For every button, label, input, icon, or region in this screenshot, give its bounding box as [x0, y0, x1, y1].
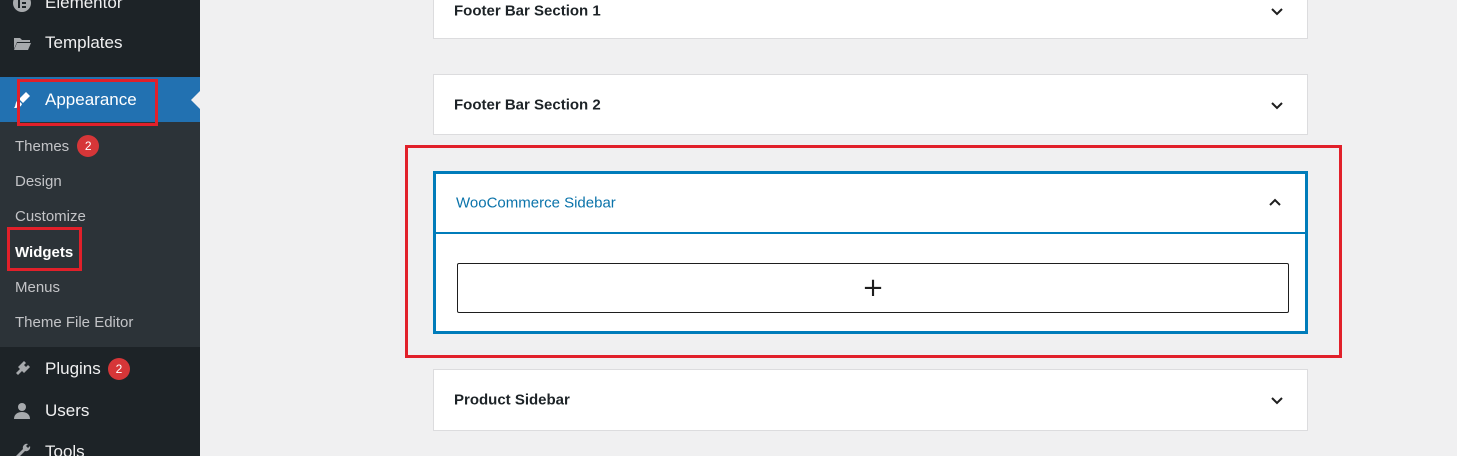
submenu-label: Theme File Editor: [15, 313, 134, 331]
submenu-label: Design: [15, 172, 62, 190]
submenu-label: Menus: [15, 278, 61, 296]
menu-item-tools[interactable]: Tools: [0, 434, 200, 456]
plus-icon: +: [862, 273, 884, 303]
menu-item-users[interactable]: Users: [0, 392, 200, 430]
submenu-item-theme-file-editor[interactable]: Theme File Editor: [15, 311, 133, 333]
update-count-badge: 2: [77, 135, 100, 157]
chevron-down-icon[interactable]: [1269, 97, 1285, 113]
submenu-item-customize[interactable]: Customize: [15, 205, 86, 227]
menu-label: Tools: [45, 442, 85, 456]
submenu-item-design[interactable]: Design: [15, 170, 62, 192]
wrench-icon: [11, 441, 33, 456]
widget-area-footer-bar-section-2[interactable]: Footer Bar Section 2: [433, 74, 1308, 135]
menu-label: Templates: [45, 33, 123, 52]
menu-item-appearance[interactable]: Appearance: [0, 77, 200, 122]
menu-label: Users: [45, 401, 90, 420]
add-block-button[interactable]: +: [457, 263, 1289, 313]
plugin-icon: [11, 358, 33, 380]
submenu-label: Customize: [15, 207, 86, 225]
menu-item-elementor[interactable]: Elementor: [0, 0, 200, 20]
widget-area-title: Footer Bar Section 1: [454, 2, 601, 20]
admin-sidebar: Elementor Templates Appearance Themes 2 …: [0, 0, 200, 456]
update-count-badge: 2: [108, 358, 130, 380]
appearance-submenu: Themes 2 Design Customize Widgets Menus …: [0, 122, 200, 347]
widget-area-title: WooCommerce Sidebar: [456, 194, 616, 212]
menu-label: Elementor: [45, 0, 123, 12]
submenu-item-menus[interactable]: Menus: [15, 276, 60, 298]
submenu-item-widgets[interactable]: Widgets: [15, 241, 73, 263]
elementor-icon: [11, 0, 33, 14]
menu-item-templates[interactable]: Templates: [0, 25, 200, 61]
folder-icon: [11, 32, 33, 54]
brush-icon: [11, 89, 33, 111]
widget-area-title: Product Sidebar: [454, 391, 570, 409]
menu-item-plugins[interactable]: Plugins 2: [0, 350, 200, 388]
widget-area-header[interactable]: WooCommerce Sidebar: [436, 174, 1305, 234]
chevron-down-icon[interactable]: [1269, 392, 1285, 408]
chevron-up-icon[interactable]: [1267, 195, 1283, 211]
widget-area-title: Footer Bar Section 2: [454, 96, 601, 113]
submenu-label: Themes: [15, 137, 70, 155]
current-menu-arrow: [191, 90, 200, 109]
menu-label: Appearance: [45, 89, 137, 109]
widget-area-woocommerce-sidebar[interactable]: WooCommerce Sidebar +: [433, 171, 1308, 334]
widget-area-product-sidebar[interactable]: Product Sidebar: [433, 369, 1308, 431]
submenu-label: Widgets: [15, 243, 74, 261]
submenu-item-themes[interactable]: Themes 2: [15, 135, 100, 157]
widget-area-footer-bar-section-1[interactable]: Footer Bar Section 1: [433, 0, 1308, 39]
menu-label: Plugins: [45, 359, 101, 378]
chevron-down-icon[interactable]: [1269, 3, 1285, 19]
user-icon: [11, 400, 33, 422]
